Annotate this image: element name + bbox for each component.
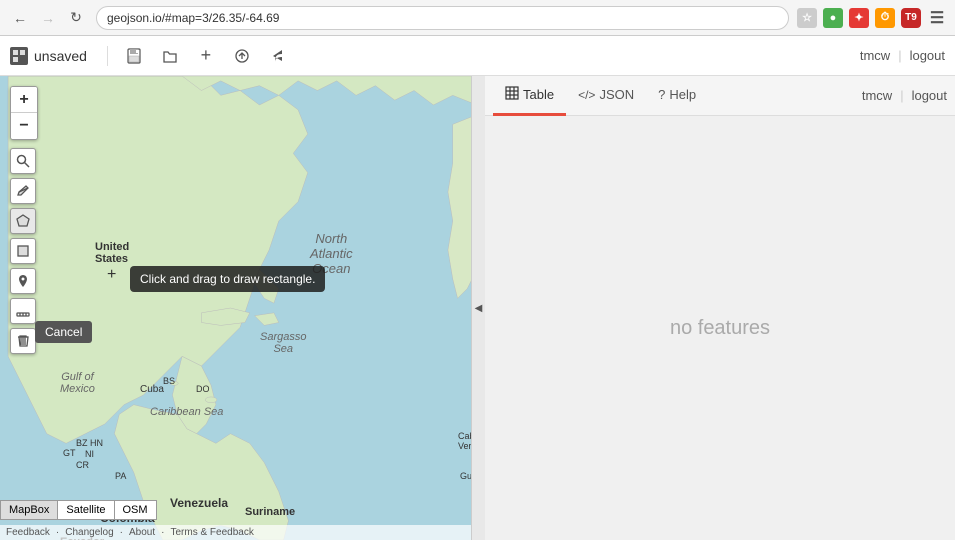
marker-tool-button[interactable] bbox=[10, 268, 36, 294]
tab-logout-link[interactable]: logout bbox=[912, 88, 947, 103]
about-link[interactable]: About bbox=[129, 527, 155, 538]
ext-red-icon[interactable]: ✦ bbox=[849, 8, 869, 28]
tab-bar: Table </> JSON ? Help tmcw | logout bbox=[485, 76, 955, 116]
cancel-button-label: Cancel bbox=[45, 325, 82, 339]
back-button[interactable]: ← bbox=[8, 6, 32, 30]
help-icon: ? bbox=[658, 87, 665, 102]
upload-button[interactable] bbox=[228, 42, 256, 70]
app-container: unsaved + bbox=[0, 36, 955, 540]
search-tool-button[interactable] bbox=[10, 148, 36, 174]
auth-links: tmcw | logout bbox=[860, 48, 945, 63]
app-title: unsaved bbox=[10, 47, 87, 65]
cancel-draw-button[interactable]: Cancel bbox=[35, 321, 92, 343]
url-text: geojson.io/#map=3/26.35/-64.69 bbox=[107, 11, 279, 25]
map-panel[interactable]: NorthAtlanticOcean SargassoSea Gulf ofMe… bbox=[0, 76, 485, 540]
tab-table-label: Table bbox=[523, 87, 554, 102]
map-svg bbox=[0, 76, 485, 540]
logout-link[interactable]: logout bbox=[910, 48, 945, 63]
browser-icons: ☆ ● ✦ ⏱ T9 ☰ bbox=[797, 8, 947, 28]
map-controls: + − bbox=[10, 86, 38, 354]
tab-json-label: JSON bbox=[599, 87, 634, 102]
zoom-in-button[interactable]: + bbox=[11, 87, 37, 113]
zoom-out-button[interactable]: − bbox=[11, 113, 37, 139]
tab-json[interactable]: </> JSON bbox=[566, 77, 646, 116]
ext-dark-red-icon[interactable]: T9 bbox=[901, 8, 921, 28]
open-button[interactable] bbox=[156, 42, 184, 70]
browser-chrome: ← → ↻ geojson.io/#map=3/26.35/-64.69 ☆ ●… bbox=[0, 0, 955, 36]
address-bar[interactable]: geojson.io/#map=3/26.35/-64.69 bbox=[96, 6, 789, 30]
pencil-tool-button[interactable] bbox=[10, 178, 36, 204]
ext-green-icon[interactable]: ● bbox=[823, 8, 843, 28]
nav-buttons: ← → ↻ bbox=[8, 6, 88, 30]
ext-orange-icon[interactable]: ⏱ bbox=[875, 8, 895, 28]
main-content: NorthAtlanticOcean SargassoSea Gulf ofMe… bbox=[0, 76, 955, 540]
tab-table[interactable]: Table bbox=[493, 77, 566, 116]
app-logo bbox=[10, 47, 28, 65]
bookmark-icon[interactable]: ☆ bbox=[797, 8, 817, 28]
feedback-link[interactable]: Feedback bbox=[6, 527, 50, 538]
square-tool-button[interactable] bbox=[10, 238, 36, 264]
no-features-area: no features bbox=[485, 116, 955, 540]
terms-link[interactable]: Terms & Feedback bbox=[170, 527, 253, 538]
collapse-panel-button[interactable]: ◀ bbox=[471, 76, 485, 540]
app-toolbar: unsaved + bbox=[0, 36, 955, 76]
edit-tool-button[interactable] bbox=[10, 298, 36, 324]
polygon-tool-button[interactable] bbox=[10, 208, 36, 234]
basemap-osm-button[interactable]: OSM bbox=[114, 500, 157, 520]
right-panel: Table </> JSON ? Help tmcw | logout n bbox=[485, 76, 955, 540]
tab-help[interactable]: ? Help bbox=[646, 77, 708, 116]
save-button[interactable] bbox=[120, 42, 148, 70]
share-button[interactable] bbox=[264, 42, 292, 70]
basemap-mapbox-button[interactable]: MapBox bbox=[0, 500, 57, 520]
basemap-selector: MapBox Satellite OSM bbox=[0, 500, 157, 520]
table-icon bbox=[505, 86, 519, 103]
no-features-text: no features bbox=[670, 317, 770, 340]
tab-username-link[interactable]: tmcw bbox=[862, 88, 892, 103]
refresh-button[interactable]: ↻ bbox=[64, 6, 88, 30]
menu-icon[interactable]: ☰ bbox=[927, 8, 947, 28]
changelog-link[interactable]: Changelog bbox=[65, 527, 113, 538]
zoom-controls: + − bbox=[10, 86, 38, 140]
forward-button[interactable]: → bbox=[36, 6, 60, 30]
auth-separator: | bbox=[898, 48, 901, 63]
trash-tool-button[interactable] bbox=[10, 328, 36, 354]
username-link[interactable]: tmcw bbox=[860, 48, 890, 63]
add-button[interactable]: + bbox=[192, 42, 220, 70]
map-attribution: Feedback · Changelog · About · Terms & F… bbox=[0, 525, 471, 540]
toolbar-sep-1 bbox=[107, 46, 108, 66]
tab-help-label: Help bbox=[669, 87, 696, 102]
tab-auth: tmcw | logout bbox=[862, 88, 947, 103]
code-icon: </> bbox=[578, 88, 595, 102]
basemap-satellite-button[interactable]: Satellite bbox=[57, 500, 113, 520]
app-title-text: unsaved bbox=[34, 48, 87, 64]
